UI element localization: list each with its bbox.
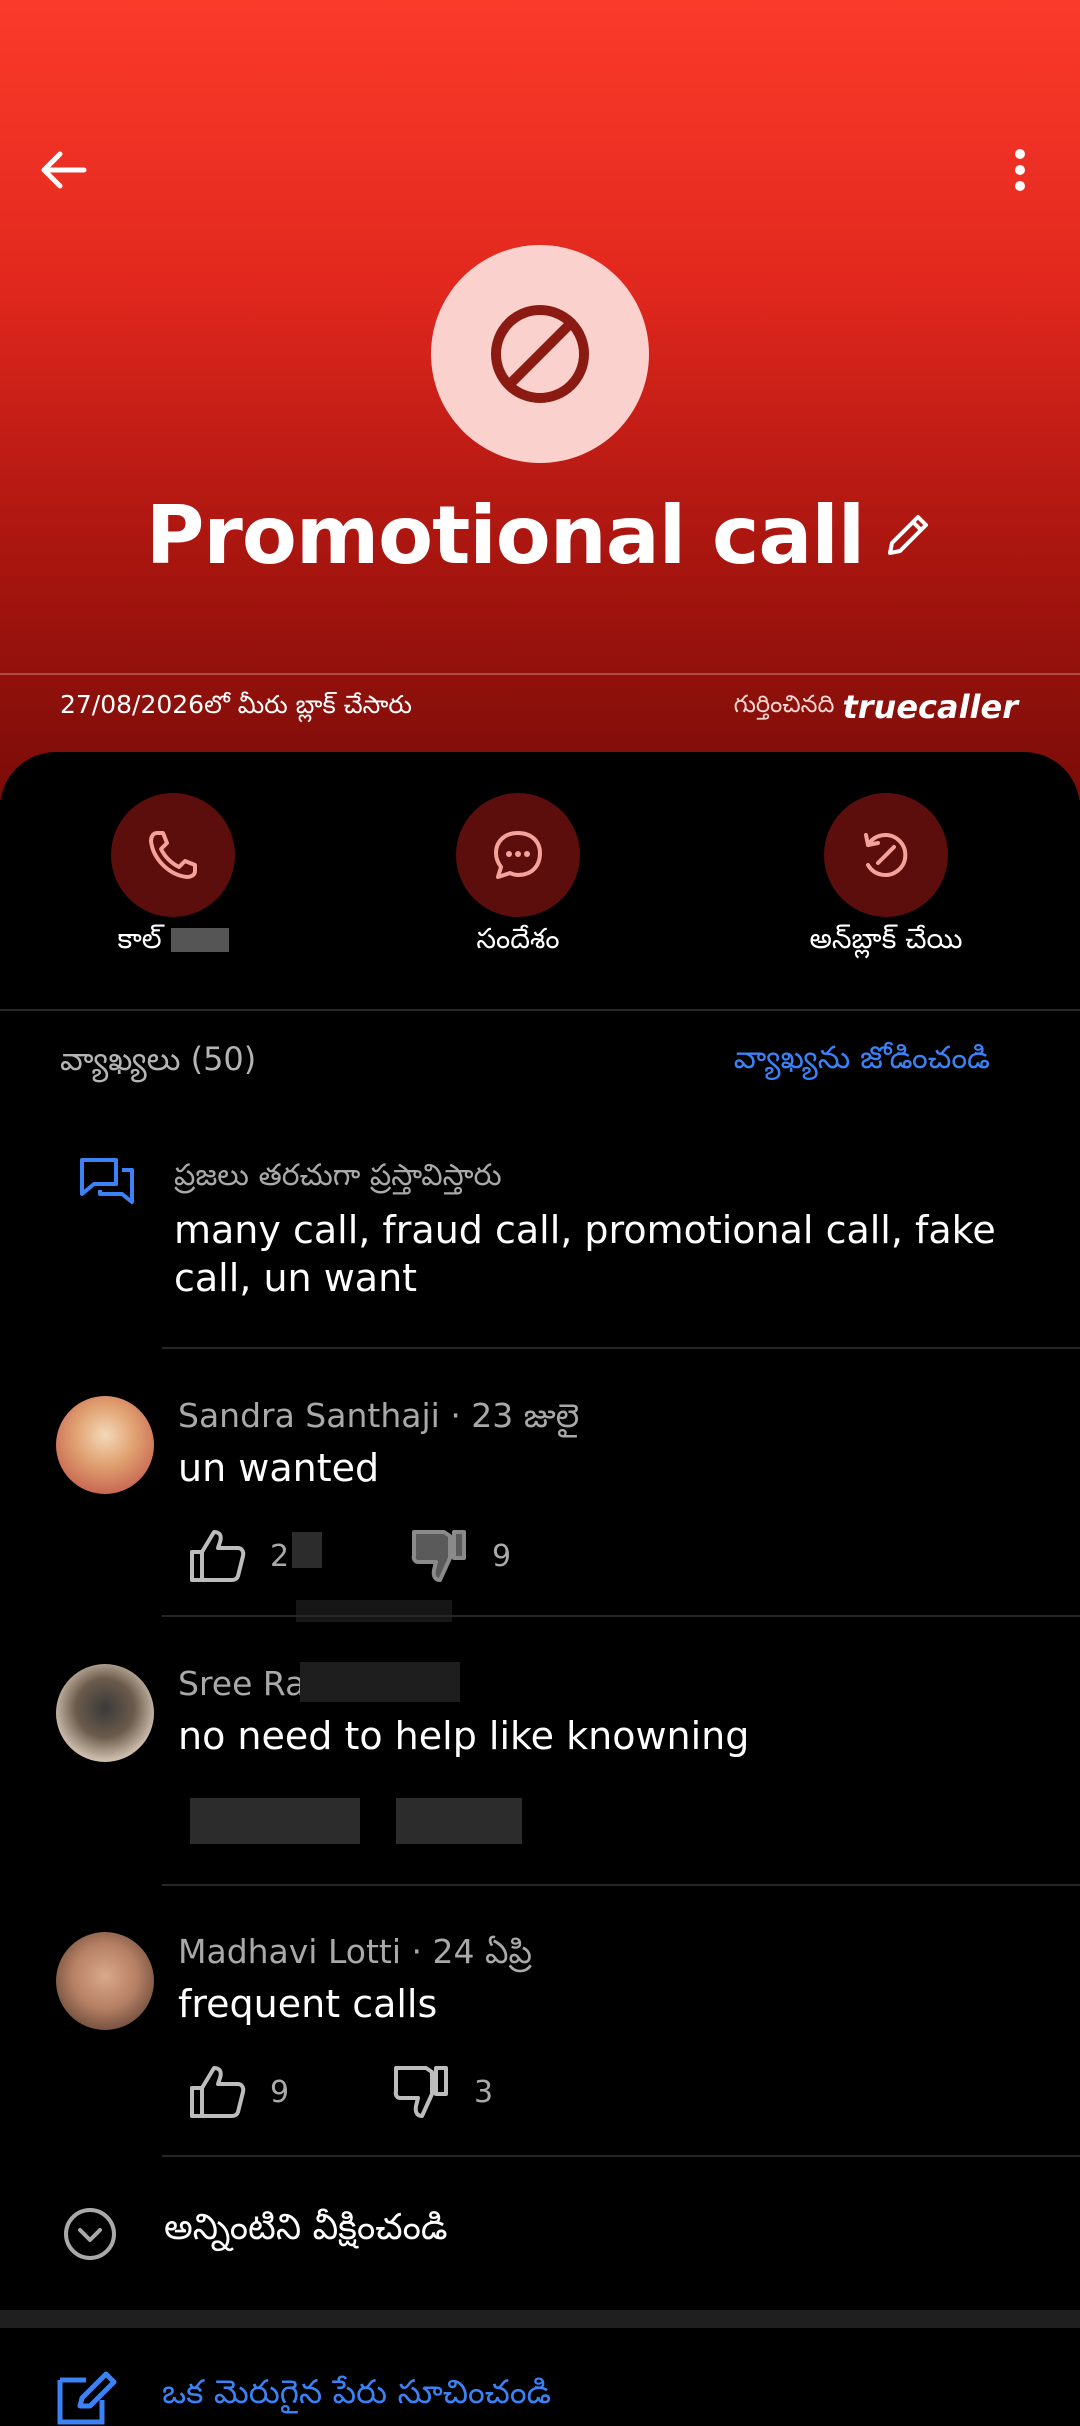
like-count: 9 [270,2074,290,2110]
dislike-count: 9 [492,1538,512,1574]
call-button[interactable] [111,793,235,917]
chat-bubbles-icon [80,1158,134,1204]
edit-pencil-icon[interactable] [882,509,934,561]
actions-divider [0,1009,1080,1011]
message-label: సందేశం [476,922,560,955]
chevron-down-circle-icon[interactable] [62,2206,118,2262]
more-options-icon[interactable] [1000,148,1040,192]
unblock-button[interactable] [824,793,948,917]
section-separator [0,2310,1080,2328]
content-sheet [0,752,1080,2400]
title-row: Promotional call [0,480,1080,590]
like-button[interactable]: 9 [188,2064,289,2120]
identified-by: గుర్తించినది truecaller [734,688,1018,726]
mentions-divider [162,1347,1080,1349]
call-label: కాల్ [23,922,323,962]
dislike-count: 3 [474,2074,494,2110]
avatar [56,1396,154,1494]
comment-author: Sree Ra [178,1664,306,1703]
redacted-block [296,1600,452,1622]
avatar [56,1664,154,1762]
redacted-block [170,928,229,952]
like-count: 2 [270,1538,290,1574]
comment-divider [162,1615,1080,1617]
view-all-comments-button[interactable]: అన్నింటిని వీక్షించండి [164,2207,447,2257]
comment-divider [162,1884,1080,1886]
redacted-block [190,1798,360,1844]
comment-text: un wanted [178,1446,380,1490]
back-arrow-icon[interactable] [38,148,88,192]
blocked-avatar [431,245,649,463]
blocked-date: 27/08/2026లో మీరు బ్లాక్ చేసారు [60,690,412,719]
dislike-button[interactable]: 9 [410,1528,511,1584]
edit-note-icon [57,2371,117,2425]
comment-divider [162,2155,1080,2157]
thumbs-up-icon [190,2066,246,2118]
frequent-mentions-text: many call, fraud call, promotional call,… [174,1208,996,1300]
contact-name: Promotional call [145,488,865,582]
redacted-block [292,1532,322,1568]
comment-author: Madhavi Lotti · 24 ఏప్రి [178,1932,532,1971]
message-button[interactable] [456,793,580,917]
comment-author: Sandra Santhaji · 23 జులై [178,1396,580,1435]
unblock-icon [864,833,908,877]
comment-text: frequent calls [178,1982,438,2026]
truecaller-logo: truecaller [842,688,1018,726]
redacted-block [396,1798,522,1844]
identified-by-label: గుర్తించినది [733,690,835,718]
thumbs-down-icon [393,2066,448,2118]
phone-icon [149,831,197,879]
message-bubble-icon [494,831,542,879]
block-icon [491,305,589,403]
add-comment-link[interactable]: వ్యాఖ్యను జోడించండి [734,1040,990,1083]
header-divider [0,673,1080,675]
frequent-mentions-caption: ప్రజలు తరచుగా ప్రస్తావిస్తారు [174,1158,502,1193]
header-banner: Promotional call 27/08/2026లో మీరు బ్లాక… [0,0,1080,800]
redacted-block [300,1662,460,1702]
comment-text: no need to help like knowning [178,1714,750,1758]
unblock-label: అన్‌బ్లాక్ చేయి [809,922,963,955]
like-button[interactable]: 2 [188,1528,289,1584]
dislike-button[interactable]: 3 [392,2064,493,2120]
thumbs-down-icon [411,1530,466,1582]
comments-count: వ్యాఖ్యలు (50) [60,1040,257,1078]
thumbs-up-icon [190,1530,246,1582]
avatar [56,1932,154,2030]
suggest-name-link[interactable]: ఒక మెరుగైన పేరు సూచించండి [162,2372,551,2419]
